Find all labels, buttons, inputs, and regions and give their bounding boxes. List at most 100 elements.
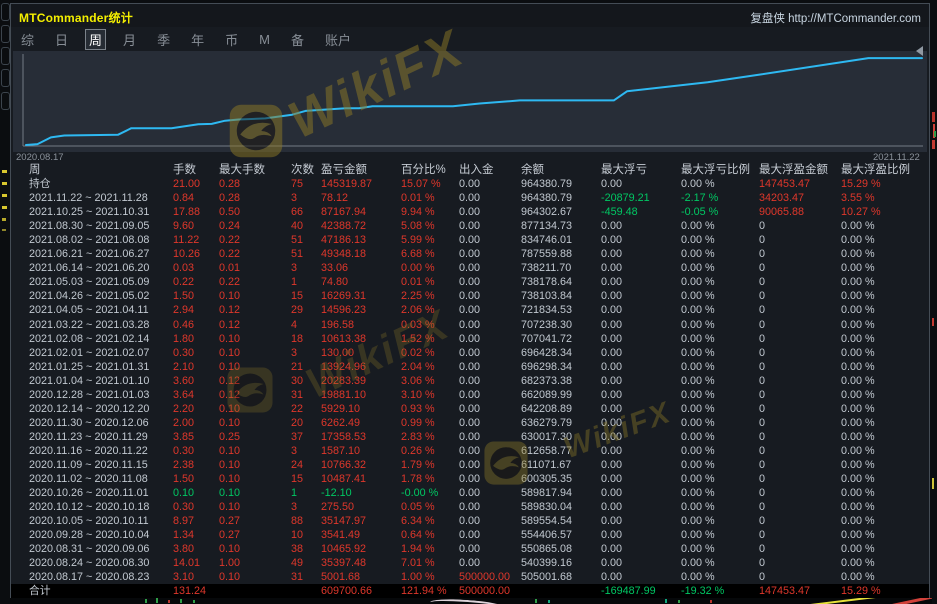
table-cell: 0.00 % bbox=[681, 570, 715, 584]
table-cell: 2021.08.30 ~ 2021.09.05 bbox=[29, 219, 149, 233]
table-cell: 0.10 bbox=[173, 486, 194, 500]
table-cell: 682373.38 bbox=[521, 374, 572, 388]
table-cell: 554406.57 bbox=[521, 528, 572, 542]
table-cell: 0.00 % bbox=[841, 444, 875, 458]
table-cell: 出入金 bbox=[459, 163, 494, 177]
table-cell: 0 bbox=[759, 303, 765, 317]
table-cell: 0.50 bbox=[219, 205, 240, 219]
table-cell: 3.10 bbox=[173, 570, 194, 584]
table-cell: 51 bbox=[291, 247, 303, 261]
table-cell: 1.80 bbox=[173, 332, 194, 346]
background-text-fragment bbox=[2, 206, 7, 209]
table-row: 2020.11.09 ~ 2020.11.152.380.102410766.3… bbox=[11, 458, 929, 472]
table-cell: 1.94 % bbox=[401, 542, 435, 556]
table-cell: 19881.10 bbox=[321, 388, 366, 402]
table-cell: 3 bbox=[291, 444, 297, 458]
table-cell: 0.00 % bbox=[681, 233, 715, 247]
table-row: 2021.10.25 ~ 2021.10.3117.880.506687167.… bbox=[11, 205, 929, 219]
table-cell: 1.79 % bbox=[401, 458, 435, 472]
table-cell: 0.00 bbox=[601, 444, 622, 458]
menu-tab-5[interactable]: 季 bbox=[153, 29, 174, 50]
table-cell: 持仓 bbox=[29, 177, 51, 191]
table-cell: 0.10 bbox=[219, 444, 240, 458]
table-cell: 0.00 % bbox=[681, 500, 715, 514]
table-cell: 0.03 bbox=[173, 261, 194, 275]
table-cell: 0.00 % bbox=[681, 318, 715, 332]
menu-tab-7[interactable]: 币 bbox=[221, 29, 242, 50]
vendor-link[interactable]: 复盘侠 http://MTCommander.com bbox=[750, 10, 921, 26]
table-cell: 3 bbox=[291, 346, 297, 360]
table-cell: 0.10 bbox=[219, 289, 240, 303]
table-cell: 0 bbox=[759, 528, 765, 542]
table-cell: 0.00 % bbox=[681, 458, 715, 472]
table-cell: 696298.34 bbox=[521, 360, 572, 374]
table-cell: 35147.97 bbox=[321, 514, 366, 528]
menu-tab-8[interactable]: M bbox=[255, 31, 274, 48]
table-cell: 0.00 bbox=[601, 360, 622, 374]
table-cell: 49348.18 bbox=[321, 247, 366, 261]
table-cell: 6.34 % bbox=[401, 514, 435, 528]
menu-tab-9[interactable]: 备 bbox=[287, 29, 308, 50]
table-cell: 0.00 % bbox=[841, 346, 875, 360]
table-cell: 0 bbox=[759, 500, 765, 514]
table-cell: 0.00 % bbox=[681, 388, 715, 402]
table-cell: 0.00 bbox=[601, 388, 622, 402]
background-candle bbox=[156, 598, 158, 603]
table-cell: 2021.04.26 ~ 2021.05.02 bbox=[29, 289, 149, 303]
scroll-left-arrow-icon[interactable] bbox=[916, 46, 923, 56]
table-cell: 盈亏金额 bbox=[321, 163, 367, 177]
table-cell: 0.00 % bbox=[681, 528, 715, 542]
menu-tab-3[interactable]: 周 bbox=[85, 29, 106, 50]
table-cell: 0.00 % bbox=[681, 247, 715, 261]
table-cell: 0.00 bbox=[459, 416, 480, 430]
table-cell: 0.00 % bbox=[401, 261, 435, 275]
table-cell: 21 bbox=[291, 360, 303, 374]
table-cell: 10 bbox=[291, 528, 303, 542]
table-cell: 0.27 bbox=[219, 528, 240, 542]
table-cell: 2020.08.17 ~ 2020.08.23 bbox=[29, 570, 149, 584]
table-cell: 662089.99 bbox=[521, 388, 572, 402]
table-cell: 0.00 % bbox=[681, 219, 715, 233]
table-cell: 0.10 bbox=[219, 570, 240, 584]
table-cell: 0 bbox=[759, 261, 765, 275]
table-cell: 0.00 bbox=[459, 444, 480, 458]
table-cell: 130.00 bbox=[321, 346, 354, 360]
table-cell: 29 bbox=[291, 303, 303, 317]
table-cell: 3.06 % bbox=[401, 374, 435, 388]
table-cell: 787559.88 bbox=[521, 247, 572, 261]
table-cell: 2020.10.05 ~ 2020.10.11 bbox=[29, 514, 149, 528]
menu-tab-10[interactable]: 账户 bbox=[321, 29, 355, 50]
table-cell: 0.00 % bbox=[681, 177, 715, 191]
table-cell: 47186.13 bbox=[321, 233, 366, 247]
table-cell: 8.97 bbox=[173, 514, 194, 528]
table-cell: 609700.66 bbox=[321, 584, 372, 598]
table-cell: 0.00 % bbox=[841, 556, 875, 570]
table-cell: 0.00 bbox=[459, 514, 480, 528]
background-toolbar-button bbox=[1, 25, 10, 43]
title-bar[interactable]: MTCommander统计 复盘侠 http://MTCommander.com bbox=[11, 4, 929, 27]
table-cell: 0.00 % bbox=[681, 416, 715, 430]
table-cell: 66 bbox=[291, 205, 303, 219]
table-cell: 0.27 bbox=[219, 514, 240, 528]
table-cell: 0.00 bbox=[601, 528, 622, 542]
table-cell: 964380.79 bbox=[521, 177, 572, 191]
menu-tab-2[interactable]: 日 bbox=[51, 29, 72, 50]
table-cell: 2020.11.02 ~ 2020.11.08 bbox=[29, 472, 148, 486]
table-cell: 0.00 bbox=[601, 219, 622, 233]
table-cell: 1.34 bbox=[173, 528, 194, 542]
menu-tab-1[interactable]: 综 bbox=[17, 29, 38, 50]
table-cell: -20879.21 bbox=[601, 191, 650, 205]
table-cell: 0.00 bbox=[601, 332, 622, 346]
table-cell: 0.00 % bbox=[841, 570, 875, 584]
menu-tab-4[interactable]: 月 bbox=[119, 29, 140, 50]
menu-tab-6[interactable]: 年 bbox=[187, 29, 208, 50]
table-cell: 738211.70 bbox=[521, 261, 571, 275]
background-candle bbox=[932, 318, 934, 326]
table-cell: 0.00 % bbox=[841, 303, 875, 317]
table-cell: 0.00 % bbox=[841, 500, 875, 514]
table-cell: 30 bbox=[291, 374, 303, 388]
table-cell: 540399.16 bbox=[521, 556, 572, 570]
background-candle bbox=[180, 599, 182, 603]
table-cell: 3.10 % bbox=[401, 388, 435, 402]
table-cell: 2020.11.23 ~ 2020.11.29 bbox=[29, 430, 148, 444]
